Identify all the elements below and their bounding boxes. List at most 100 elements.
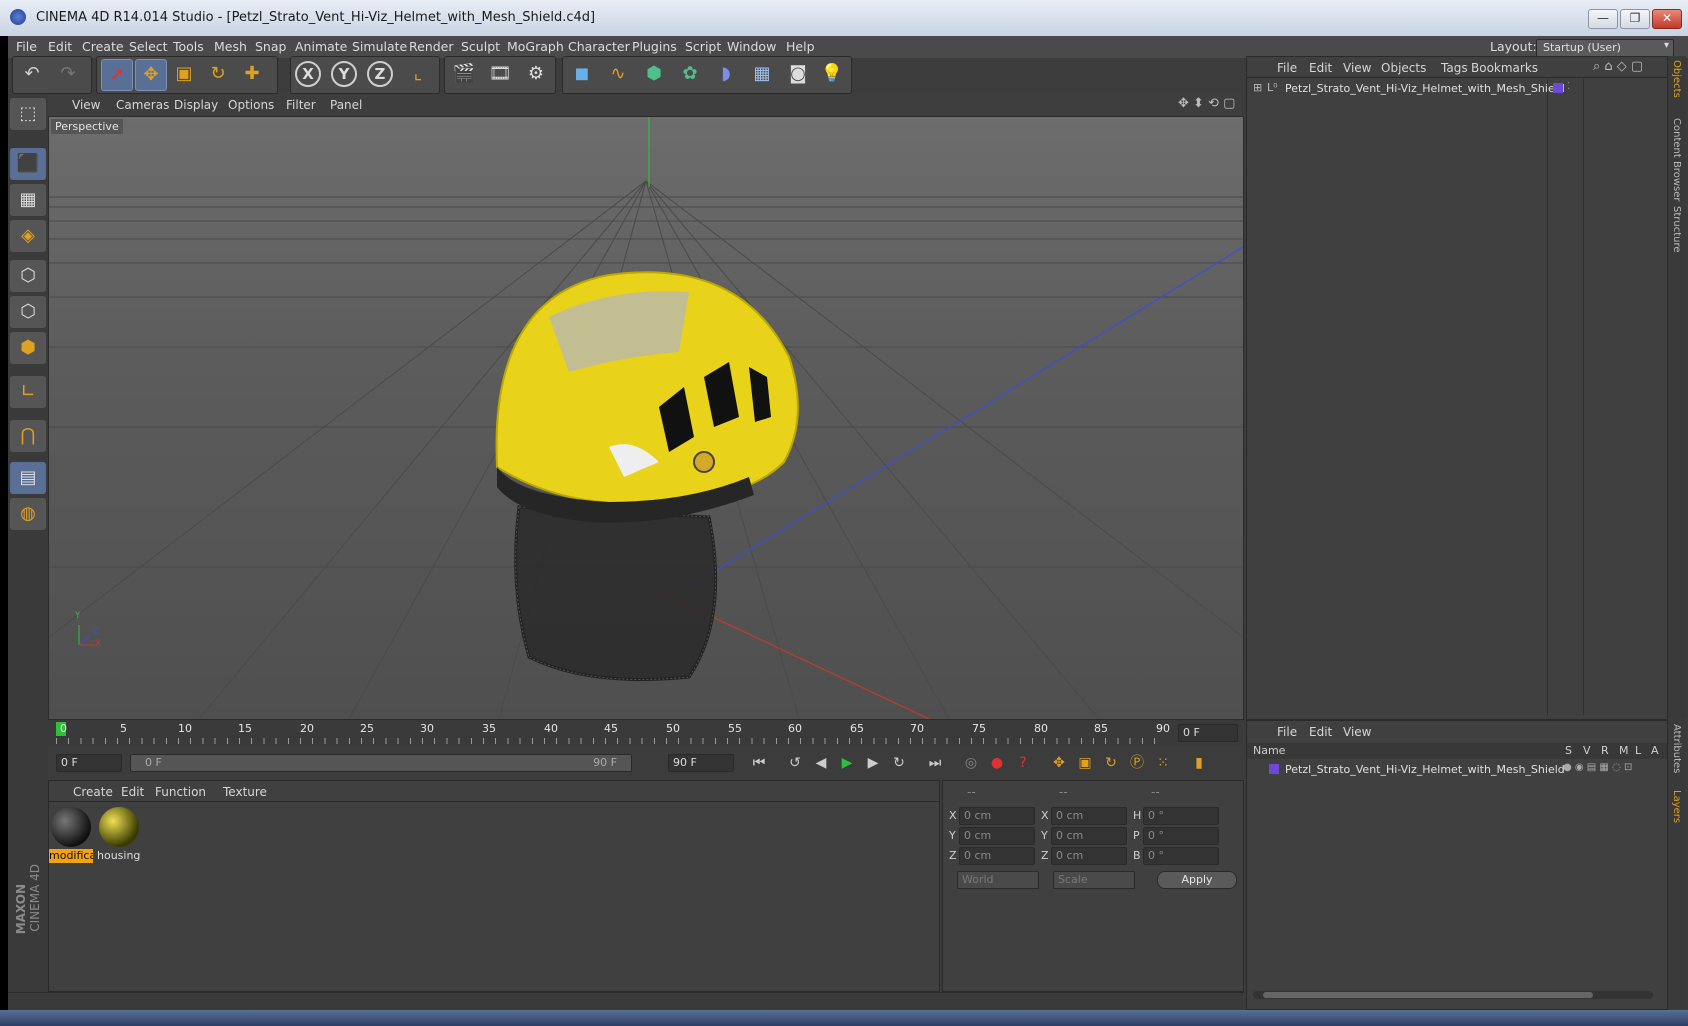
make-editable-icon[interactable]: ⬚ — [10, 98, 46, 130]
material-swatch[interactable]: housing — [97, 805, 141, 863]
apply-button[interactable]: Apply — [1157, 871, 1237, 889]
layer-menu-view[interactable]: View — [1343, 725, 1371, 739]
undo-icon[interactable]: ↶ — [17, 59, 47, 89]
model-mode-icon[interactable]: ⬛ — [10, 148, 46, 180]
menu-tools[interactable]: Tools — [173, 36, 204, 58]
live-select-icon[interactable]: ➚ — [101, 59, 133, 91]
size-x-field[interactable]: 0 cm — [1051, 807, 1127, 825]
menu-mograph[interactable]: MoGraph — [507, 36, 564, 58]
rotate-icon[interactable]: ↻ — [203, 59, 233, 89]
viewport-menu-view[interactable]: View — [72, 98, 100, 112]
frame-range-slider[interactable]: 0 F 90 F — [130, 754, 632, 772]
redo-icon[interactable]: ↷ — [53, 59, 83, 89]
timeline-window-icon[interactable]: ▮ — [1188, 752, 1210, 774]
autokey-icon[interactable]: ● — [986, 752, 1008, 774]
layer-row[interactable]: Petzl_Strato_Vent_Hi-Viz_Helmet_with_Mes… — [1247, 761, 1667, 779]
object-menu-file[interactable]: File — [1277, 61, 1297, 75]
menu-plugins[interactable]: Plugins — [632, 36, 677, 58]
viewport-menu-options[interactable]: Options — [228, 98, 274, 112]
size-y-field[interactable]: 0 cm — [1051, 827, 1127, 845]
position-x-field[interactable]: 0 cm — [959, 807, 1035, 825]
viewport-menu-cameras[interactable]: Cameras — [116, 98, 169, 112]
tab-structure[interactable]: Structure — [1671, 206, 1682, 253]
menu-help[interactable]: Help — [786, 36, 815, 58]
menu-file[interactable]: File — [16, 36, 37, 58]
object-menu-tags[interactable]: Tags — [1441, 61, 1468, 75]
timeline-ruler[interactable]: 0 5 10 15 20 25 30 35 40 45 50 55 60 65 … — [48, 720, 1242, 746]
viewport-menu-display[interactable]: Display — [174, 98, 218, 112]
snap-grid-icon[interactable]: ▤ — [10, 462, 46, 494]
maximize-button[interactable]: ❐ — [1620, 9, 1650, 29]
add-object-icon[interactable]: ✚ — [237, 59, 267, 89]
menu-select[interactable]: Select — [129, 36, 168, 58]
search-icon[interactable]: ⌕ ⌂ ◇ ▢ — [1593, 59, 1643, 74]
key-parameter-icon[interactable]: Ⓟ — [1126, 752, 1148, 774]
tab-content-browser[interactable]: Content Browser — [1671, 118, 1682, 201]
close-button[interactable]: ✕ — [1652, 9, 1682, 29]
menu-create[interactable]: Create — [82, 36, 124, 58]
end-frame-field[interactable]: 90 F — [668, 754, 734, 772]
position-y-field[interactable]: 0 cm — [959, 827, 1035, 845]
light-icon[interactable]: 💡 — [817, 59, 847, 89]
move-icon[interactable]: ✥ — [135, 59, 167, 91]
record-keys-icon[interactable]: ◎ — [960, 752, 982, 774]
render-view-icon[interactable]: 🎬 — [449, 59, 479, 89]
menu-animate[interactable]: Animate — [295, 36, 347, 58]
visibility-dots-icon[interactable]: ⁚ — [1567, 81, 1570, 92]
key-rotation-icon[interactable]: ↻ — [1100, 752, 1122, 774]
z-axis-button[interactable]: Z — [367, 61, 393, 87]
sculpt-icon[interactable]: ◍ — [10, 498, 46, 530]
next-frame-icon[interactable]: ▶ — [862, 752, 884, 774]
layer-menu-file[interactable]: File — [1277, 725, 1297, 739]
viewport-menu-filter[interactable]: Filter — [286, 98, 316, 112]
key-scale-icon[interactable]: ▣ — [1074, 752, 1096, 774]
layer-object-name[interactable]: Petzl_Strato_Vent_Hi-Viz_Helmet_with_Mes… — [1285, 763, 1565, 776]
edges-mode-icon[interactable]: ⬡ — [10, 296, 46, 328]
layer-flags-icons[interactable]: ● ◉ ▤ ▦ ◌ ⊡ — [1563, 762, 1632, 773]
next-key-icon[interactable]: ↻ — [888, 752, 910, 774]
object-row[interactable]: ⊞ L⁰ Petzl_Strato_Vent_Hi-Viz_Helmet_wit… — [1247, 79, 1667, 99]
scrollbar-thumb[interactable] — [1263, 992, 1593, 998]
magnet-icon[interactable]: ⋂ — [10, 420, 46, 452]
workplane-icon[interactable]: ◈ — [10, 220, 46, 252]
material-menu-create[interactable]: Create — [73, 785, 113, 799]
goto-end-icon[interactable]: ⏭ — [924, 752, 946, 774]
menu-snap[interactable]: Snap — [255, 36, 286, 58]
size-mode-select[interactable]: Scale — [1053, 871, 1135, 889]
menu-script[interactable]: Script — [685, 36, 721, 58]
menu-mesh[interactable]: Mesh — [214, 36, 247, 58]
render-settings-icon[interactable]: ⚙ — [521, 59, 551, 89]
deformer-icon[interactable]: ◗ — [711, 59, 741, 89]
material-menu-edit[interactable]: Edit — [121, 785, 144, 799]
start-frame-field[interactable]: 0 F — [56, 754, 122, 772]
menu-render[interactable]: Render — [409, 36, 454, 58]
viewport-menu-panel[interactable]: Panel — [330, 98, 362, 112]
current-frame-field[interactable]: 0 F — [1178, 724, 1238, 742]
minimize-button[interactable]: — — [1588, 9, 1618, 29]
floor-icon[interactable]: ▦ — [747, 59, 777, 89]
tab-layers[interactable]: Layers — [1671, 790, 1682, 823]
object-menu-edit[interactable]: Edit — [1309, 61, 1332, 75]
size-z-field[interactable]: 0 cm — [1051, 847, 1127, 865]
tab-attributes[interactable]: Attributes — [1671, 724, 1682, 773]
material-menu-texture[interactable]: Texture — [223, 785, 267, 799]
key-pla-icon[interactable]: ⁙ — [1152, 752, 1174, 774]
menu-sculpt[interactable]: Sculpt — [461, 36, 500, 58]
polygons-mode-icon[interactable]: ⬢ — [10, 332, 46, 364]
viewport-nav-icons[interactable]: ✥ ⬍ ⟲ ▢ — [1178, 96, 1235, 111]
coordinate-mode-select[interactable]: World — [957, 871, 1039, 889]
expand-icon[interactable]: ⊞ — [1253, 81, 1262, 94]
menu-window[interactable]: Window — [727, 36, 776, 58]
object-menu-view[interactable]: View — [1343, 61, 1371, 75]
material-swatch[interactable]: modifica — [49, 805, 93, 863]
coordinate-system-icon[interactable]: ⌞ — [403, 59, 433, 89]
layout-select[interactable]: Startup (User) ▾ — [1536, 39, 1674, 57]
camera-icon[interactable]: ◙ — [783, 59, 813, 89]
tab-objects[interactable]: Objects — [1671, 60, 1682, 98]
position-z-field[interactable]: 0 cm — [959, 847, 1035, 865]
menu-edit[interactable]: Edit — [48, 36, 72, 58]
x-axis-button[interactable]: X — [295, 61, 321, 87]
goto-start-icon[interactable]: ⏮ — [748, 752, 770, 774]
key-position-icon[interactable]: ✥ — [1048, 752, 1070, 774]
keyframe-selection-icon[interactable]: ? — [1012, 752, 1034, 774]
